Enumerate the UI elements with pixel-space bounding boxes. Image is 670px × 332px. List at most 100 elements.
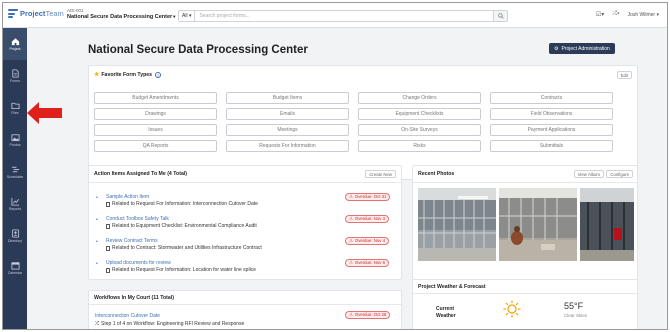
global-search: All ▾ [178, 10, 508, 22]
search-scope-select[interactable]: All ▾ [179, 11, 196, 21]
form-type-button[interactable]: Contracts [490, 92, 613, 104]
chart-icon [10, 197, 19, 206]
form-type-button[interactable]: Budget Items [226, 92, 349, 104]
favorite-form-types-title: Favorite Form Types [101, 71, 153, 78]
form-type-button[interactable]: On-Site Surveys [358, 124, 481, 136]
contact-icon [11, 229, 19, 238]
document-icon [106, 245, 110, 251]
sidebar-item-label: Reports [8, 207, 22, 212]
workflows-card: Workflows In My Court (11 Total) Interco… [88, 290, 402, 329]
search-icon [497, 13, 504, 19]
form-type-button[interactable]: Risks [358, 140, 481, 152]
recent-photos-title: Recent Photos [418, 171, 455, 177]
search-button[interactable] [493, 11, 507, 21]
favorite-form-types-card: ★ Favorite Form Types ? Edit Budget Amen… [88, 65, 638, 180]
sidebar-item-forms[interactable]: Forms [3, 60, 27, 92]
search-scope-value: All [182, 13, 188, 19]
action-item-link[interactable]: Review Contract Terms [106, 238, 158, 244]
workflow-item-link[interactable]: Interconnection Cutover Date [95, 313, 160, 319]
form-type-button[interactable]: Budget Amendments [94, 92, 217, 104]
project-administration-button[interactable]: ⚙ Project Administration [549, 43, 615, 54]
sidebar-item-photos[interactable]: Photos [3, 124, 27, 156]
weather-header: Project Weather & Forecast [413, 280, 637, 294]
sidebar-item-directory[interactable]: Directory [3, 220, 27, 252]
related-text: Related to Request For Information: Inte… [112, 201, 258, 207]
action-item-related: Related to Contract: Stormwater and Util… [106, 245, 262, 251]
form-type-button[interactable]: Submittals [490, 140, 613, 152]
form-type-button[interactable]: Payment Applications [490, 124, 613, 136]
form-type-button[interactable]: Meetings [226, 124, 349, 136]
logo-text-strong: Project [20, 9, 46, 18]
form-type-button[interactable]: QA Reports [94, 140, 217, 152]
logo-text-light: Team [45, 9, 64, 18]
form-type-button[interactable]: Emails [226, 108, 349, 120]
site-photo[interactable] [580, 188, 634, 261]
current-weather-label: Current Weather [436, 306, 456, 320]
form-type-button[interactable]: Field Observations [490, 108, 613, 120]
checklist-menu-icon[interactable]: ☑▾ [596, 11, 604, 18]
warning-icon: ⚠ [349, 259, 353, 265]
overdue-badge: ⚠ Overdue: Nov 6 [345, 259, 389, 267]
form-type-button[interactable]: Drawings [94, 108, 217, 120]
site-photo[interactable] [499, 188, 577, 261]
gear-icon: ⚙ [554, 45, 559, 52]
shuffle-menu-icon[interactable]: ⤮▾ [612, 11, 619, 18]
app-window: Project Team ADI-001 National Secure Data… [2, 2, 668, 330]
projectteam-logo[interactable]: Project Team [8, 9, 64, 18]
current-weather-line1: Current [436, 306, 455, 312]
sidebar-item-label: Schedules [6, 175, 24, 180]
sidebar-item-project[interactable]: Project [3, 28, 27, 60]
warning-icon: ⚠ [349, 311, 353, 317]
warning-icon: ⚠ [349, 237, 353, 243]
form-type-button[interactable]: Equipment Checklists [358, 108, 481, 120]
sidebar-item-calendar[interactable]: Calendar [3, 252, 27, 284]
weather-condition: Clear Skies [564, 313, 588, 318]
sidebar-item-label: Photos [9, 143, 21, 148]
form-type-grid: Budget Amendments Budget Items Change Or… [94, 92, 613, 152]
help-icon[interactable]: ? [155, 71, 162, 78]
document-icon [106, 201, 110, 207]
folder-icon [10, 102, 20, 109]
sidebar-item-files[interactable]: Files [3, 92, 27, 124]
view-album-button[interactable]: View Album [573, 170, 604, 178]
user-menu[interactable]: Josh Wilmer ▾ [628, 12, 659, 18]
sidebar-item-schedules[interactable]: Schedules [3, 156, 27, 188]
action-items-header: Action Items Assigned To Me (4 Total) Cr… [89, 166, 401, 183]
overdue-text: Overdue: Nov 4 [354, 238, 385, 244]
form-type-button[interactable]: Requests For Information [226, 140, 349, 152]
bullet: • [96, 217, 98, 223]
favorite-form-types-header: ★ Favorite Form Types ? Edit [89, 66, 637, 80]
main-content: National Secure Data Processing Center ⚙… [27, 28, 667, 329]
related-text: Related to Equipment Checklist: Environm… [112, 223, 257, 229]
form-type-button[interactable]: Change Orders [358, 92, 481, 104]
sidebar-item-label: Calendar [7, 271, 23, 276]
sun-icon [503, 300, 521, 318]
workflow-step: ⤮ Step 1 of 4 on Workflow: Engineering RF… [95, 321, 244, 327]
bullet: • [96, 261, 98, 267]
action-item-related: Related to Request For Information: Inte… [106, 201, 258, 207]
overdue-badge: ⚠ Overdue: Oct 31 [345, 193, 391, 201]
search-input[interactable] [195, 13, 493, 19]
workflow-icon: ⤮ [95, 321, 100, 327]
workflows-title: Workflows In My Court (11 Total) [94, 294, 174, 301]
create-new-button[interactable]: Create New [365, 170, 396, 178]
configure-button[interactable]: Configure [606, 170, 633, 178]
overdue-badge: ⚠ Overdue: Oct 28 [345, 311, 391, 319]
project-switcher[interactable]: ADI-001 National Secure Data Processing … [67, 8, 175, 20]
edit-favorites-button[interactable]: Edit [616, 71, 632, 79]
site-photo[interactable] [418, 188, 496, 261]
related-text: Related to Contract: Stormwater and Util… [112, 245, 262, 251]
overdue-badge: ⚠ Overdue: Nov 4 [345, 237, 389, 245]
action-item-link[interactable]: Sample Action Item [106, 194, 149, 200]
page-title: National Secure Data Processing Center [88, 44, 308, 56]
action-item-link[interactable]: Conduct Toolbox Safety Talk [106, 216, 169, 222]
sidebar-item-reports[interactable]: Reports [3, 188, 27, 220]
form-type-button[interactable]: Issues [94, 124, 217, 136]
action-item-link[interactable]: Upload documents for review [106, 260, 171, 266]
project-name: National Secure Data Processing Center [67, 14, 173, 20]
warning-icon: ⚠ [349, 193, 353, 199]
logo-mark-icon [8, 9, 18, 18]
bullet: • [96, 239, 98, 245]
chevron-down-icon: ▾ [188, 13, 192, 19]
action-items-title: Action Items Assigned To Me (4 Total) [94, 171, 187, 177]
